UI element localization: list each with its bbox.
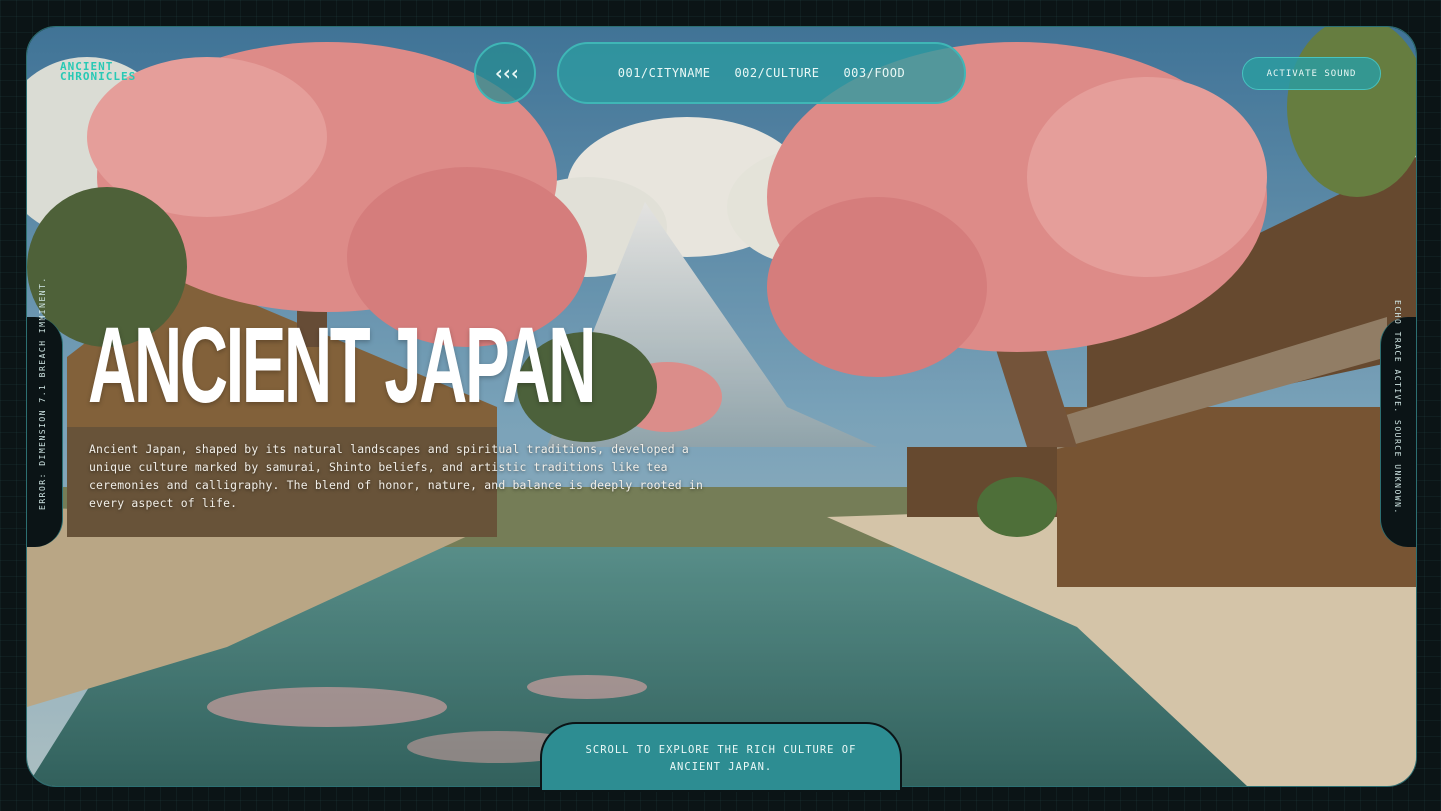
nav-item-food[interactable]: 003/FOOD bbox=[843, 66, 905, 80]
side-status-left: ERROR: DIMENSION 7.1 BREACH IMMINENT. bbox=[38, 276, 47, 510]
brand-logo[interactable]: ancient chronicles bbox=[60, 61, 137, 83]
scroll-prompt[interactable]: SCROLL TO EXPLORE THE RICH CULTURE OF AN… bbox=[540, 722, 902, 792]
logo-line-2: chronicles bbox=[60, 70, 137, 83]
nav-item-culture[interactable]: 002/CULTURE bbox=[734, 66, 819, 80]
nav-item-cityname[interactable]: 001/CITYNAME bbox=[618, 66, 711, 80]
back-button[interactable]: ‹‹‹ bbox=[474, 42, 536, 104]
activate-sound-button[interactable]: ACTIVATE SOUND bbox=[1242, 57, 1381, 90]
page-title: ANCIENT JAPAN bbox=[88, 304, 596, 425]
intro-paragraph: Ancient Japan, shaped by its natural lan… bbox=[89, 442, 704, 510]
side-status-right: ECHO TRACE ACTIVE. SOURCE UNKNOWN. bbox=[1393, 300, 1402, 515]
chevrons-left-icon: ‹‹‹ bbox=[492, 61, 521, 85]
scroll-prompt-text: SCROLL TO EXPLORE THE RICH CULTURE OF AN… bbox=[585, 744, 857, 773]
main-nav: 001/CITYNAME 002/CULTURE 003/FOOD bbox=[557, 42, 966, 104]
